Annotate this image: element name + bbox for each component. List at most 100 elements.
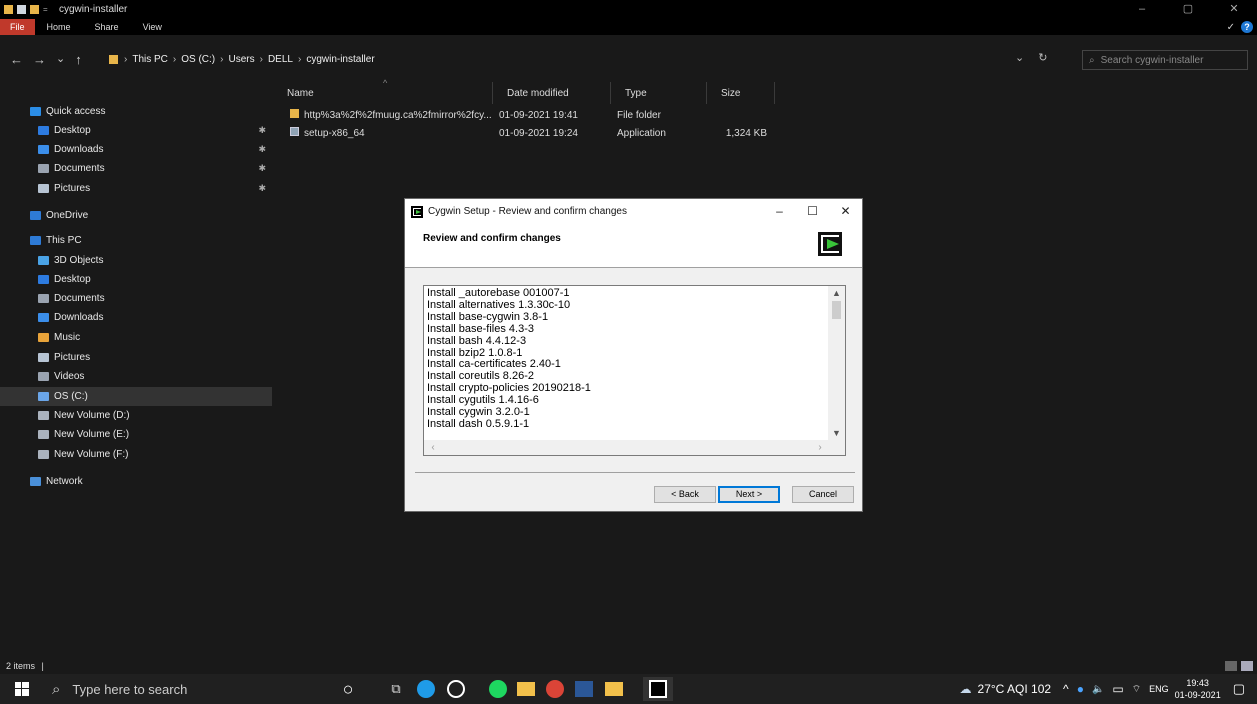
dialog-maximize-button[interactable]: ☐ <box>796 199 829 224</box>
breadcrumb-separator-icon[interactable]: › <box>124 54 127 65</box>
breadcrumb-this-pc[interactable]: This PC <box>132 54 168 65</box>
column-header-size[interactable]: Size <box>707 82 775 104</box>
start-button[interactable] <box>0 674 44 704</box>
file-row[interactable]: setup-x86_64 01-09-2021 19:24 Applicatio… <box>273 125 793 143</box>
volume-icon[interactable]: 🔈 <box>1092 684 1104 695</box>
breadcrumb-cygwin-installer[interactable]: cygwin-installer <box>306 54 374 65</box>
maximize-button[interactable]: ▢ <box>1165 0 1211 19</box>
wifi-icon[interactable]: ⌔ <box>1132 683 1141 696</box>
file-explorer-icon[interactable] <box>514 677 538 701</box>
language-indicator[interactable]: ENG <box>1149 684 1169 694</box>
scroll-down-icon[interactable]: ▼ <box>828 426 845 440</box>
notification-icon[interactable]: ▢ <box>1233 681 1245 697</box>
forward-button[interactable]: → <box>33 52 46 67</box>
breadcrumb-separator-icon[interactable]: › <box>260 54 263 65</box>
clock[interactable]: 19:43 01-09-2021 <box>1175 677 1221 701</box>
close-button[interactable]: ✕ <box>1211 0 1257 19</box>
file-row[interactable]: http%3a%2f%2fmuug.ca%2fmirror%2fcy... 01… <box>273 107 793 125</box>
breadcrumb-separator-icon[interactable]: › <box>220 54 223 65</box>
column-header-date[interactable]: Date modified <box>493 82 611 104</box>
tab-file[interactable]: File <box>0 19 35 35</box>
properties-icon[interactable] <box>17 5 26 14</box>
refresh-icon[interactable]: ↻ <box>1038 51 1047 64</box>
sidebar-item[interactable]: Downloads ✱ <box>0 140 272 159</box>
sidebar-item[interactable]: OneDrive <box>0 206 272 225</box>
expand-ribbon-icon[interactable]: ✓ <box>1227 22 1235 33</box>
up-button[interactable]: ↑ <box>75 52 82 67</box>
dialog-minimize-button[interactable]: – <box>763 199 796 224</box>
sidebar-item[interactable]: New Volume (E:) <box>0 425 272 444</box>
edge-icon[interactable] <box>414 677 438 701</box>
breadcrumb-dell[interactable]: DELL <box>268 54 293 65</box>
status-separator: | <box>41 661 44 671</box>
tab-view[interactable]: View <box>131 19 174 35</box>
breadcrumb-os-c[interactable]: OS (C:) <box>181 54 215 65</box>
horizontal-scrollbar[interactable]: ‹ › <box>424 440 845 455</box>
folder-icon[interactable] <box>4 5 13 14</box>
sidebar-item[interactable]: Desktop ✱ <box>0 121 272 140</box>
weather-readout[interactable]: 27°C AQI 102 <box>978 682 1052 696</box>
breadcrumb-users[interactable]: Users <box>228 54 254 65</box>
recent-locations-button[interactable]: ⌄ <box>56 52 65 67</box>
sidebar-item[interactable]: Desktop <box>0 270 272 289</box>
column-header-name[interactable]: Name ^ <box>273 78 493 104</box>
sidebar-item[interactable]: OS (C:) <box>0 387 272 406</box>
task-view-icon[interactable]: ⧉ <box>384 677 408 701</box>
column-header-type[interactable]: Type <box>611 82 707 104</box>
spotify-icon[interactable] <box>486 677 510 701</box>
sidebar-item[interactable]: New Volume (F:) <box>0 445 272 464</box>
sidebar-item[interactable]: Pictures <box>0 348 272 367</box>
sidebar-item[interactable]: Documents ✱ <box>0 159 272 178</box>
tab-share[interactable]: Share <box>83 19 131 35</box>
change-list-item[interactable]: Install dash 0.5.9.1-1 <box>427 418 827 431</box>
show-hidden-icons-icon[interactable]: ^ <box>1063 682 1069 696</box>
sidebar-item-label: Documents <box>54 163 105 174</box>
sidebar-item[interactable]: Pictures ✱ <box>0 179 272 198</box>
back-button[interactable]: < Back <box>654 486 716 503</box>
scroll-thumb[interactable] <box>832 301 841 319</box>
scroll-up-icon[interactable]: ▲ <box>828 286 845 300</box>
sidebar-item[interactable]: Downloads <box>0 308 272 327</box>
sidebar-item[interactable]: Music <box>0 328 272 347</box>
help-icon[interactable]: ? <box>1241 21 1253 33</box>
minimize-button[interactable]: – <box>1119 0 1165 19</box>
sidebar-item[interactable]: This PC <box>0 231 272 250</box>
sidebar-item-label: Downloads <box>54 312 104 323</box>
scroll-right-icon[interactable]: › <box>813 440 827 455</box>
battery-icon[interactable]: ▭ <box>1112 682 1123 696</box>
details-view-icon[interactable] <box>1225 661 1237 671</box>
sidebar-item[interactable]: Network <box>0 472 272 491</box>
dialog-close-button[interactable]: ✕ <box>829 199 862 224</box>
change-list-item[interactable]: Install base-files 4.3-3 <box>427 323 827 336</box>
taskbar-search-input[interactable]: ⌕ Type here to search <box>44 674 328 704</box>
sidebar-item[interactable]: New Volume (D:) <box>0 406 272 425</box>
cortana-icon[interactable]: ○ <box>336 677 360 701</box>
search-input[interactable]: ⌕ Search cygwin-installer <box>1082 50 1248 70</box>
bluetooth-icon[interactable]: ● <box>1077 682 1084 696</box>
address-history-dropdown-icon[interactable]: ⌄ <box>1015 51 1024 64</box>
changes-listbox[interactable]: Install _autorebase 001007-1 Install alte… <box>423 285 846 456</box>
change-list-item[interactable]: Install base-cygwin 3.8-1 <box>427 311 827 324</box>
breadcrumb-separator-icon[interactable]: › <box>173 54 176 65</box>
back-button[interactable]: ← <box>10 52 23 67</box>
next-button[interactable]: Next > <box>718 486 780 503</box>
sidebar-item[interactable]: Documents <box>0 289 272 308</box>
customize-toolbar-icon[interactable]: = <box>43 5 51 14</box>
file-explorer-icon[interactable] <box>602 677 626 701</box>
breadcrumb-separator-icon[interactable]: › <box>298 54 301 65</box>
chrome-icon[interactable] <box>543 677 567 701</box>
sidebar-item[interactable]: Videos <box>0 367 272 386</box>
sidebar-item[interactable]: 3D Objects <box>0 251 272 270</box>
new-folder-icon[interactable] <box>30 5 39 14</box>
word-icon[interactable] <box>572 677 596 701</box>
cygwin-setup-taskbar-icon[interactable] <box>643 677 673 701</box>
large-icons-view-icon[interactable] <box>1241 661 1253 671</box>
sidebar-item[interactable]: Quick access <box>0 102 272 121</box>
cancel-button[interactable]: Cancel <box>792 486 854 503</box>
change-list-item[interactable]: Install bash 4.4.12-3 <box>427 335 827 348</box>
address-bar[interactable]: › This PC › OS (C:) › Users › DELL › cyg… <box>108 48 1070 70</box>
vertical-scrollbar[interactable]: ▲ ▼ <box>828 286 845 440</box>
dell-icon[interactable] <box>444 677 468 701</box>
tab-home[interactable]: Home <box>35 19 83 35</box>
scroll-left-icon[interactable]: ‹ <box>426 440 440 455</box>
